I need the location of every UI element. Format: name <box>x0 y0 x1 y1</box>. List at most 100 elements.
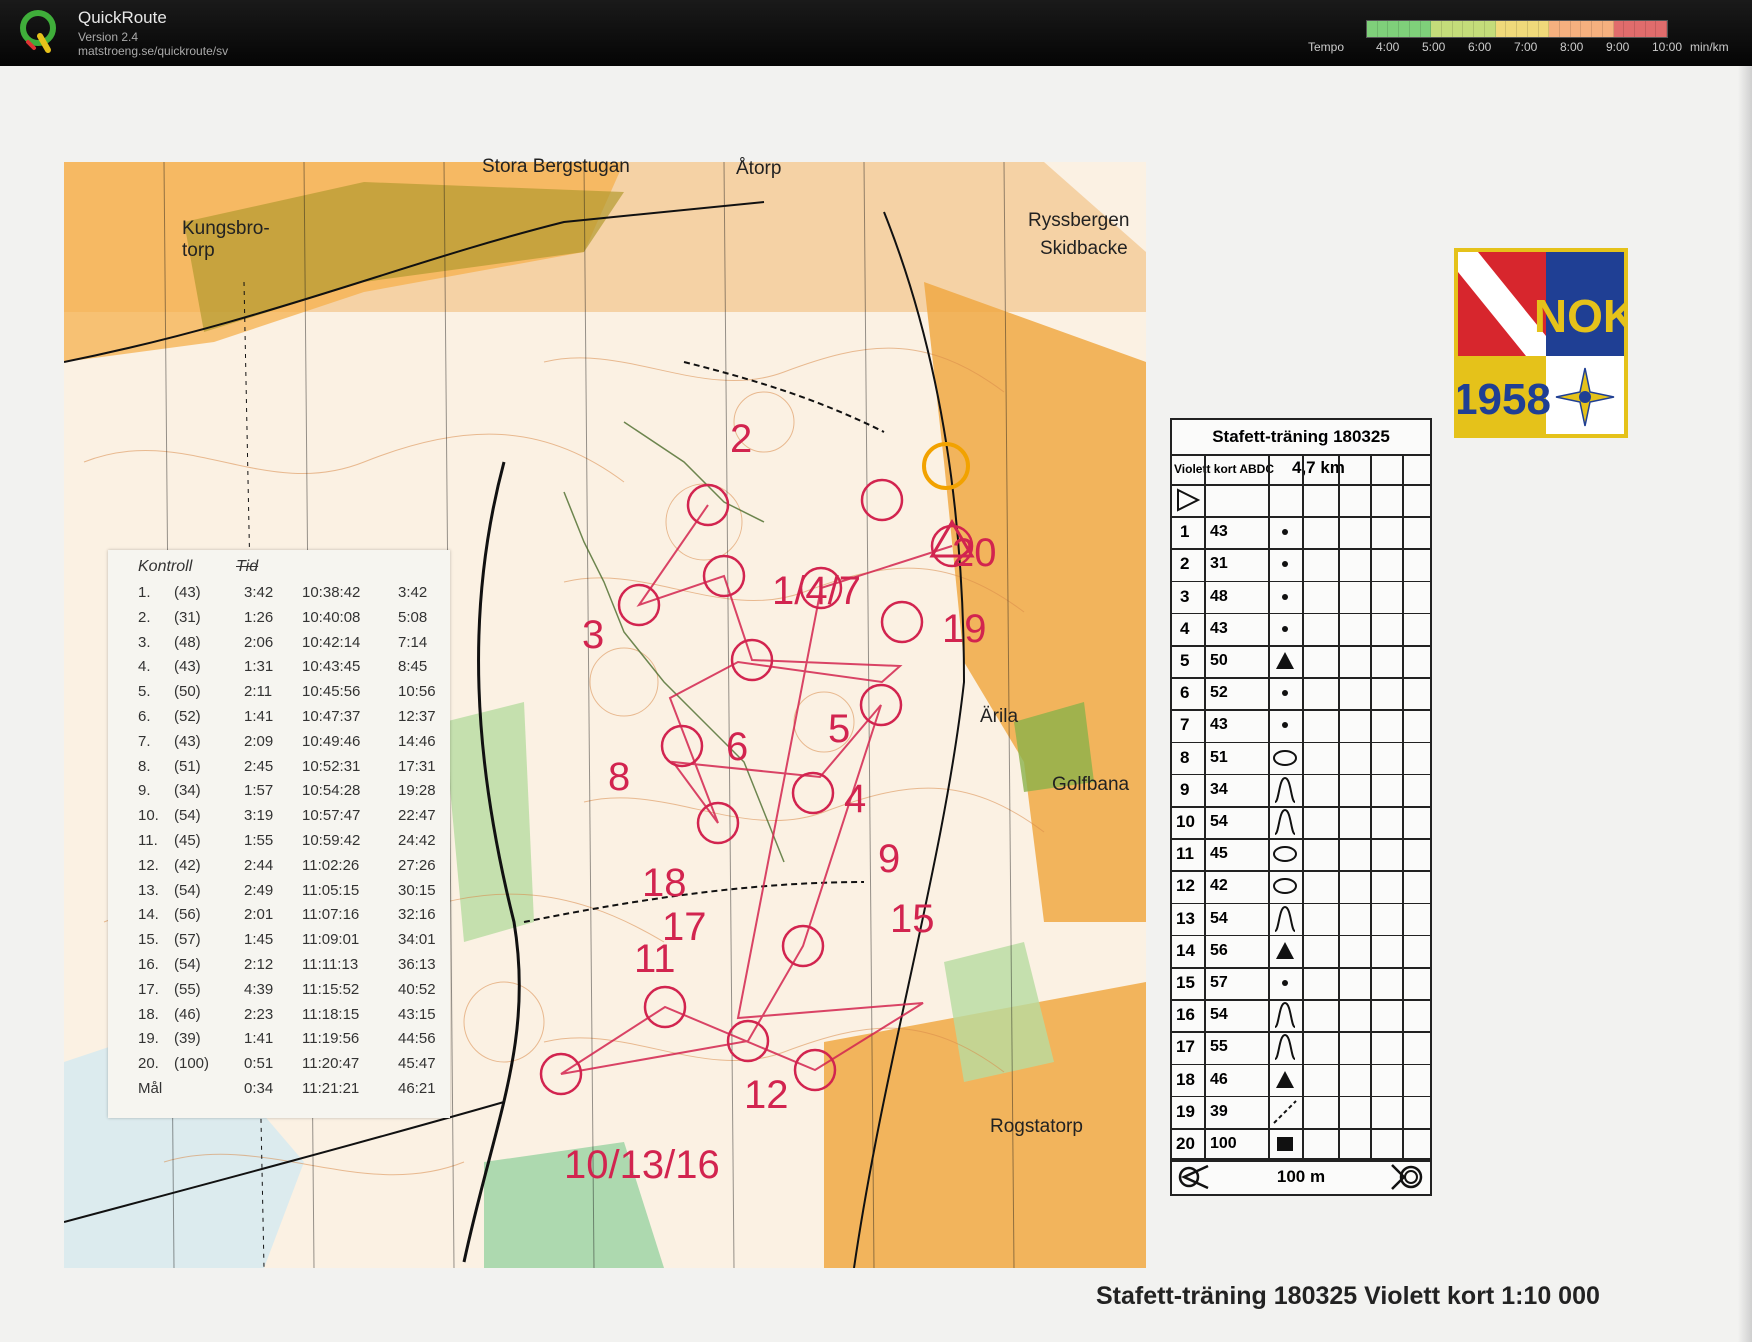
split-cell: 9. <box>138 782 151 800</box>
tempo-scale-cell <box>1549 21 1560 37</box>
control-description-sheet: Stafett-träning 180325 Violett kort ABDC… <box>1170 418 1432 1196</box>
place-atorp: Åtorp <box>736 158 782 179</box>
split-cell: (43) <box>174 658 201 676</box>
split-cell: 2:12 <box>244 956 274 973</box>
grid-line <box>1172 902 1430 905</box>
grid-line <box>1172 870 1430 872</box>
split-cell: 10:49:46 <box>302 732 361 750</box>
split-cell: 3:42 <box>244 584 274 601</box>
description-control-code: 54 <box>1210 909 1228 927</box>
split-cell: 16. <box>138 956 159 973</box>
description-control-code: 46 <box>1210 1070 1228 1088</box>
split-row: 3. (48) 2:06 10:42:14 7:14 <box>108 634 450 658</box>
split-cell: 2:01 <box>244 906 274 924</box>
split-cell: 19:28 <box>398 782 436 800</box>
split-cell: 32:16 <box>398 906 436 924</box>
description-control-number: 13 <box>1176 908 1195 928</box>
description-control-code: 43 <box>1210 619 1228 637</box>
app-url[interactable]: matstroeng.se/quickroute/sv <box>78 44 228 58</box>
description-control-number: 14 <box>1176 940 1195 960</box>
split-row: 9. (34) 1:57 10:54:28 19:28 <box>108 782 450 806</box>
description-control-number: 15 <box>1176 973 1195 992</box>
split-cell: 11:11:13 <box>302 956 359 973</box>
control-circle <box>791 771 835 815</box>
control-number-label: 15 <box>890 897 935 941</box>
split-cell: 8. <box>138 757 151 775</box>
split-row: 11. (45) 1:55 10:59:42 24:42 <box>108 832 450 856</box>
split-row: 17. (55) 4:39 11:15:52 40:52 <box>108 981 450 1005</box>
split-cell: 0:51 <box>244 1055 274 1073</box>
description-footer: 100 m <box>1172 1158 1430 1194</box>
split-row: 13. (54) 2:49 11:05:15 30:15 <box>108 882 450 906</box>
description-control-code: 56 <box>1210 941 1228 959</box>
split-cell: 13. <box>138 881 159 899</box>
scanned-map-paper: 2 3 1/4/7 20 19 5 6 8 18 17 9 11 4 12 10/13/16 15 Stora… <box>0 66 1752 1342</box>
split-row: 14. (56) 2:01 11:07:16 32:16 <box>108 906 450 930</box>
split-cell: 20. <box>138 1055 159 1073</box>
grid-line <box>1172 677 1430 679</box>
tempo-tick: 5:00 <box>1422 40 1446 54</box>
description-control-code: 48 <box>1210 587 1228 605</box>
grid-line <box>1172 1095 1430 1098</box>
split-cell: 1:41 <box>244 1030 274 1048</box>
split-cell: (54) <box>174 807 201 825</box>
split-row: 10. (54) 3:19 10:57:47 22:47 <box>108 807 450 831</box>
split-cell: 10:42:14 <box>302 633 361 651</box>
description-control-number: 16 <box>1176 1005 1195 1025</box>
splits-header-control: Kontroll <box>138 558 193 575</box>
oval-feature-icon <box>1273 878 1297 895</box>
dot-feature-icon <box>1282 593 1288 600</box>
split-cell: 11. <box>138 832 158 849</box>
split-cell: (43) <box>174 584 201 601</box>
description-control-code: 45 <box>1210 845 1228 863</box>
control-number-label: 2 <box>730 417 752 461</box>
control-number-label: 1/4/7 <box>772 569 861 613</box>
description-control-code: 34 <box>1210 780 1228 798</box>
control-number-label: 5 <box>828 707 850 751</box>
split-cell: 19. <box>138 1030 159 1048</box>
split-cell: 2:23 <box>244 1005 274 1023</box>
split-cell: 10:54:28 <box>302 782 361 800</box>
tempo-tick: 4:00 <box>1376 40 1400 54</box>
split-cell: 1:31 <box>244 658 274 676</box>
tempo-scale-cell <box>1399 21 1410 37</box>
dot-feature-icon <box>1282 529 1288 536</box>
tempo-scale-cell <box>1442 21 1453 37</box>
tempo-scale-cell <box>1495 21 1507 37</box>
split-cell: 17:31 <box>398 757 436 775</box>
split-times-slip: Kontroll Tid 1. (43) 3:42 10:38:42 3:42 2. (31… <box>108 550 450 1118</box>
place-ryssbergen-1: Ryssbergen <box>1028 210 1130 231</box>
split-row: 19. (39) 1:41 11:19:56 44:56 <box>108 1030 450 1054</box>
split-cell: 11:05:15 <box>302 881 360 899</box>
tempo-label: Tempo <box>1308 40 1345 54</box>
tempo-scale-cell <box>1431 21 1443 37</box>
split-row: 7. (43) 2:09 10:49:46 14:46 <box>108 733 450 757</box>
oval-feature-icon <box>1273 846 1297 863</box>
split-cell: 34:01 <box>398 931 436 949</box>
split-cell: 10:59:42 <box>302 832 361 849</box>
tempo-scale-cell <box>1538 21 1550 37</box>
tempo-scale-cell <box>1474 21 1485 37</box>
knoll-feature-icon <box>1274 808 1296 835</box>
split-cell: 30:15 <box>398 881 436 899</box>
split-cell: 12:37 <box>398 708 436 725</box>
place-rogstatorp: Rogstatorp <box>990 1116 1083 1137</box>
description-control-number: 11 <box>1176 844 1194 864</box>
control-number-label: 9 <box>878 837 900 881</box>
tempo-scale-cell <box>1420 21 1432 37</box>
dot-feature-icon <box>1282 625 1288 632</box>
split-cell: Mål <box>138 1080 163 1097</box>
split-cell: (39) <box>174 1030 201 1048</box>
tempo-scale-cell <box>1581 21 1593 37</box>
tempo-tick: 6:00 <box>1468 40 1492 54</box>
dot-feature-icon <box>1282 561 1288 568</box>
tempo-tick: 10:00 <box>1652 40 1683 54</box>
split-cell: 11:21:21 <box>302 1080 360 1097</box>
control-number-label: 11 <box>634 937 676 981</box>
split-cell: (57) <box>174 931 201 949</box>
split-cell: 8:45 <box>398 658 428 676</box>
logo-text-nok: NOK <box>1534 290 1624 342</box>
split-row: 5. (50) 2:11 10:45:56 10:56 <box>108 683 450 707</box>
grid-line <box>1172 484 1430 486</box>
app-version: Version 2.4 <box>78 30 139 44</box>
